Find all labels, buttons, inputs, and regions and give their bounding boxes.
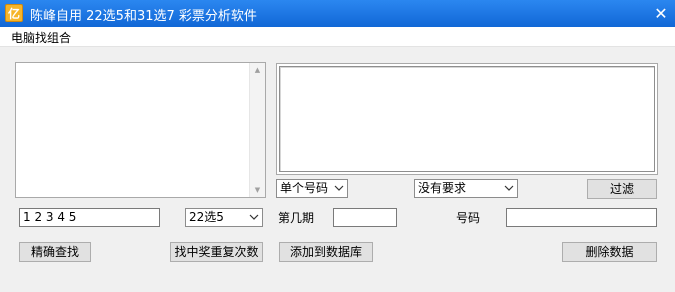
add-to-database-button[interactable]: 添加到数据库 bbox=[279, 242, 373, 262]
title-bar: 亿 陈峰自用 22选5和31选7 彩票分析软件 ✕ bbox=[0, 0, 675, 27]
delete-data-button[interactable]: 删除数据 bbox=[562, 242, 657, 262]
number-input[interactable] bbox=[506, 208, 657, 227]
left-list-box[interactable]: ▲ ▼ bbox=[15, 62, 266, 198]
filter-button[interactable]: 过滤 bbox=[587, 179, 657, 199]
right-text-area[interactable] bbox=[276, 63, 658, 175]
period-label: 第几期 bbox=[278, 211, 315, 225]
numbers-input[interactable]: 1 2 3 4 5 bbox=[19, 208, 160, 227]
scroll-up-arrow-icon[interactable]: ▲ bbox=[250, 63, 265, 77]
menu-item-find-combination[interactable]: 电脑找组合 bbox=[11, 29, 71, 46]
requirement-value: 没有要求 bbox=[418, 181, 467, 195]
chevron-down-icon bbox=[504, 185, 514, 191]
right-text-area-inner bbox=[279, 66, 655, 172]
window-title: 陈峰自用 22选5和31选7 彩票分析软件 bbox=[30, 9, 257, 24]
exact-search-button[interactable]: 精确查找 bbox=[19, 242, 91, 262]
chevron-down-icon bbox=[334, 185, 344, 191]
lottery-type-value: 22选5 bbox=[189, 210, 224, 224]
menu-bar: 电脑找组合 bbox=[0, 27, 675, 47]
close-icon: ✕ bbox=[654, 4, 668, 23]
find-repeat-count-button[interactable]: 找中奖重复次数 bbox=[170, 242, 263, 262]
close-button[interactable]: ✕ bbox=[647, 0, 675, 27]
requirement-select[interactable]: 没有要求 bbox=[414, 179, 518, 198]
period-input[interactable] bbox=[333, 208, 397, 227]
scroll-down-arrow-icon[interactable]: ▼ bbox=[250, 183, 265, 197]
number-label: 号码 bbox=[456, 211, 481, 225]
app-icon: 亿 bbox=[5, 4, 23, 22]
lottery-type-select[interactable]: 22选5 bbox=[185, 208, 263, 227]
number-type-select[interactable]: 单个号码 bbox=[276, 179, 348, 198]
chevron-down-icon bbox=[249, 214, 259, 220]
vertical-scrollbar[interactable]: ▲ ▼ bbox=[249, 63, 265, 197]
number-type-value: 单个号码 bbox=[280, 181, 329, 195]
